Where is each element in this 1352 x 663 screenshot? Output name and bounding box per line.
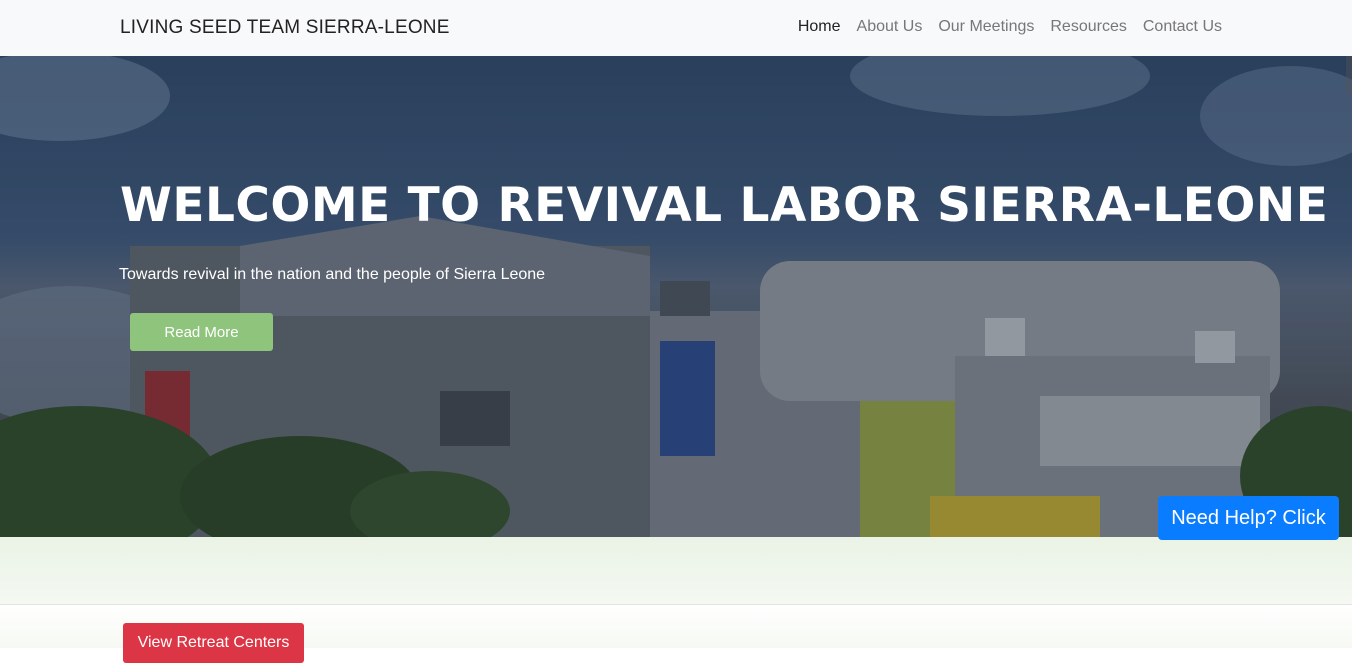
- scrollbar[interactable]: [1346, 56, 1352, 94]
- view-retreat-centers-button[interactable]: View Retreat Centers: [123, 623, 304, 663]
- nav-contact-us[interactable]: Contact Us: [1143, 18, 1222, 36]
- hero-subtitle: Towards revival in the nation and the pe…: [119, 266, 546, 283]
- nav-our-meetings[interactable]: Our Meetings: [938, 18, 1034, 36]
- hero-overlay: [0, 56, 1352, 537]
- nav-home[interactable]: Home: [798, 18, 841, 36]
- navbar: LIVING SEED TEAM SIERRA-LEONE Home About…: [0, 0, 1352, 56]
- need-help-button[interactable]: Need Help? Click: [1158, 496, 1339, 540]
- nav-links: Home About Us Our Meetings Resources Con…: [798, 18, 1222, 36]
- hero-title: WELCOME TO REVIVAL LABOR SIERRA-LEONE: [120, 178, 1329, 233]
- nav-resources[interactable]: Resources: [1050, 18, 1126, 36]
- brand-link[interactable]: LIVING SEED TEAM SIERRA-LEONE: [120, 17, 450, 39]
- hero-section: WELCOME TO REVIVAL LABOR SIERRA-LEONE To…: [0, 56, 1352, 537]
- read-more-button[interactable]: Read More: [130, 313, 273, 351]
- green-band: [0, 537, 1352, 605]
- nav-about-us[interactable]: About Us: [857, 18, 923, 36]
